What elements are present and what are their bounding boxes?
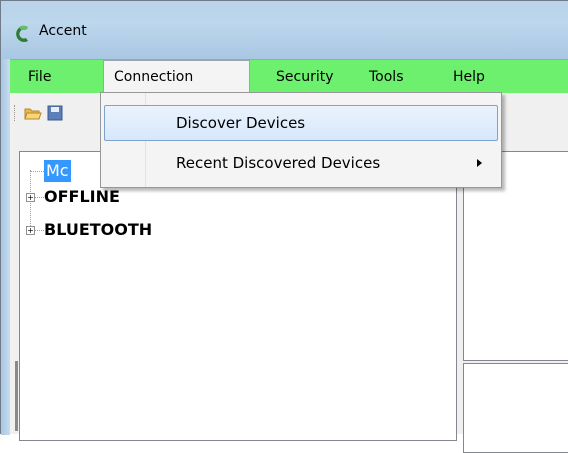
- menu-file[interactable]: File: [18, 60, 61, 94]
- window-title: Accent: [39, 23, 87, 39]
- submenu-arrow-icon: [477, 159, 482, 167]
- splitter-edge: [15, 361, 18, 431]
- title-bar[interactable]: Accent: [1, 1, 568, 59]
- output-pane: [463, 363, 568, 453]
- tree-line: [35, 197, 44, 198]
- tree-node-bluetooth[interactable]: BLUETOOTH: [44, 219, 152, 241]
- device-tree[interactable]: Mc + OFFLINE + BLUETOOTH: [19, 151, 457, 441]
- menu-item-discover-devices[interactable]: Discover Devices: [104, 105, 498, 141]
- tree-node-mc[interactable]: Mc: [44, 160, 71, 182]
- menu-item-label: Recent Discovered Devices: [176, 154, 381, 172]
- toolbar-grip[interactable]: [14, 105, 17, 121]
- save-icon[interactable]: [46, 105, 64, 121]
- open-folder-icon[interactable]: [24, 105, 42, 121]
- app-logo-icon: [16, 25, 28, 42]
- app-window: Accent File Connection Security Tools He…: [0, 0, 568, 453]
- menu-item-recent-discovered-devices[interactable]: Recent Discovered Devices: [104, 145, 498, 181]
- window-frame-left: [1, 59, 10, 435]
- menu-connection[interactable]: Connection: [103, 60, 250, 96]
- tree-node-offline[interactable]: OFFLINE: [44, 186, 120, 208]
- tree-expand-icon[interactable]: +: [26, 226, 35, 235]
- menu-tools[interactable]: Tools: [359, 60, 414, 94]
- menu-bar: File Connection Security Tools Help: [10, 59, 568, 96]
- menu-help[interactable]: Help: [443, 60, 495, 94]
- connection-dropdown-menu: Discover Devices Recent Discovered Devic…: [100, 92, 502, 188]
- tree-line: [35, 230, 44, 231]
- tree-expand-icon[interactable]: +: [26, 193, 35, 202]
- menu-security[interactable]: Security: [266, 60, 344, 94]
- tree-line: [30, 171, 44, 172]
- menu-item-label: Discover Devices: [176, 114, 306, 132]
